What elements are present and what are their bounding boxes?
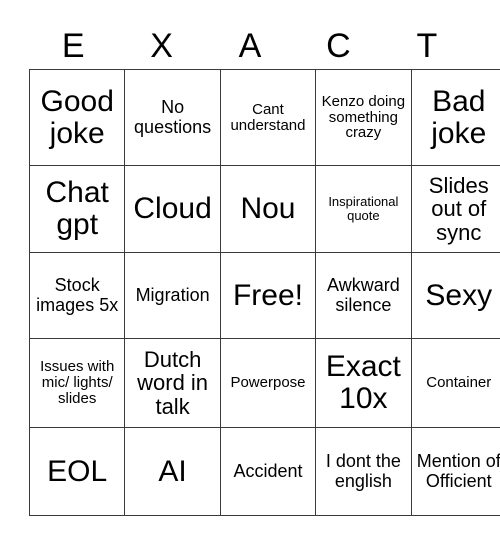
bingo-cell-label: Dutch word in talk — [137, 347, 209, 419]
bingo-cell-label: No questions — [134, 97, 212, 137]
bingo-cell-label: AI — [158, 454, 187, 488]
bingo-cell-label: Kenzo doing something crazy — [321, 92, 406, 142]
bingo-header-letter-2: X — [150, 26, 173, 65]
bingo-row: Good joke No questions Cant understand K… — [28, 69, 500, 166]
bingo-cell-label: Cant understand — [230, 100, 306, 134]
bingo-cell-label: Issues with mic/ lights/ slides — [40, 358, 115, 407]
bingo-cell-label: EOL — [47, 454, 108, 488]
bingo-header-row: E X A C T — [29, 22, 471, 69]
bingo-cell-label: Cloud — [133, 192, 212, 226]
bingo-cell-label: Chat gpt — [45, 176, 109, 241]
bingo-cell[interactable]: Inspirational quote — [315, 165, 412, 253]
bingo-cell[interactable]: Cant understand — [219, 69, 317, 166]
bingo-cell-label: Stock images 5x — [36, 275, 119, 315]
bingo-cell-label: Inspirational quote — [328, 194, 399, 223]
bingo-cell-label: Slides out of sync — [428, 173, 489, 245]
bingo-cell[interactable]: Chat gpt — [28, 165, 126, 253]
bingo-cell-label: Good joke — [40, 84, 114, 150]
bingo-header-letter-5: T — [416, 26, 438, 65]
bingo-header-letter-4: C — [326, 26, 351, 65]
bingo-card: E X A C T Good joke No questions Cant un… — [28, 22, 500, 516]
bingo-header-letter-3: A — [238, 26, 262, 65]
bingo-cell[interactable]: Kenzo doing something crazy — [315, 69, 412, 166]
bingo-cell[interactable]: Powerpose — [219, 338, 317, 428]
bingo-cell-label: Powerpose — [230, 374, 306, 392]
bingo-cell[interactable]: Nou — [219, 165, 317, 253]
bingo-cell-label: Sexy — [425, 278, 493, 312]
bingo-cell[interactable]: Dutch word in talk — [124, 338, 221, 428]
bingo-grid: Good joke No questions Cant understand K… — [28, 69, 500, 516]
bingo-cell-label: Accident — [233, 460, 303, 481]
bingo-cell[interactable]: I dont the english — [315, 427, 412, 516]
bingo-row: Stock images 5x Migration Free! Awkward … — [28, 252, 500, 339]
bingo-cell[interactable]: Good joke — [28, 69, 126, 166]
bingo-cell[interactable]: AI — [124, 427, 221, 516]
bingo-cell-label: Migration — [135, 284, 210, 305]
bingo-cell-label: Free! — [232, 278, 303, 312]
bingo-cell-label: Nou — [240, 192, 296, 226]
bingo-cell[interactable]: Bad joke — [410, 69, 500, 166]
bingo-cell-label: Container — [426, 374, 492, 392]
bingo-cell[interactable]: Mention of Officient — [410, 427, 500, 516]
bingo-row: Issues with mic/ lights/ slides Dutch wo… — [28, 338, 500, 428]
bingo-cell[interactable]: Free! — [219, 252, 317, 339]
bingo-cell[interactable]: Exact 10x — [315, 338, 412, 428]
bingo-cell-label: Awkward silence — [327, 275, 400, 315]
bingo-header-letter-1: E — [61, 26, 85, 65]
bingo-cell[interactable]: Sexy — [410, 252, 500, 339]
bingo-cell[interactable]: Migration — [124, 252, 221, 339]
bingo-cell[interactable]: Cloud — [124, 165, 221, 253]
bingo-cell[interactable]: Slides out of sync — [410, 165, 500, 253]
bingo-cell-label: Exact 10x — [325, 350, 401, 415]
bingo-cell[interactable]: Accident — [219, 427, 317, 516]
bingo-cell[interactable]: Container — [410, 338, 500, 428]
bingo-row: Chat gpt Cloud Nou Inspirational quote S… — [28, 165, 500, 253]
bingo-cell-label: Bad joke — [431, 84, 487, 150]
bingo-cell[interactable]: Issues with mic/ lights/ slides — [28, 338, 126, 428]
bingo-cell[interactable]: No questions — [124, 69, 221, 166]
bingo-cell[interactable]: Stock images 5x — [28, 252, 126, 339]
bingo-cell-label: Mention of Officient — [416, 451, 500, 491]
bingo-cell[interactable]: EOL — [28, 427, 126, 516]
bingo-cell[interactable]: Awkward silence — [315, 252, 412, 339]
bingo-cell-label: I dont the english — [325, 451, 401, 491]
bingo-row: EOL AI Accident I dont the english Menti… — [28, 427, 500, 516]
